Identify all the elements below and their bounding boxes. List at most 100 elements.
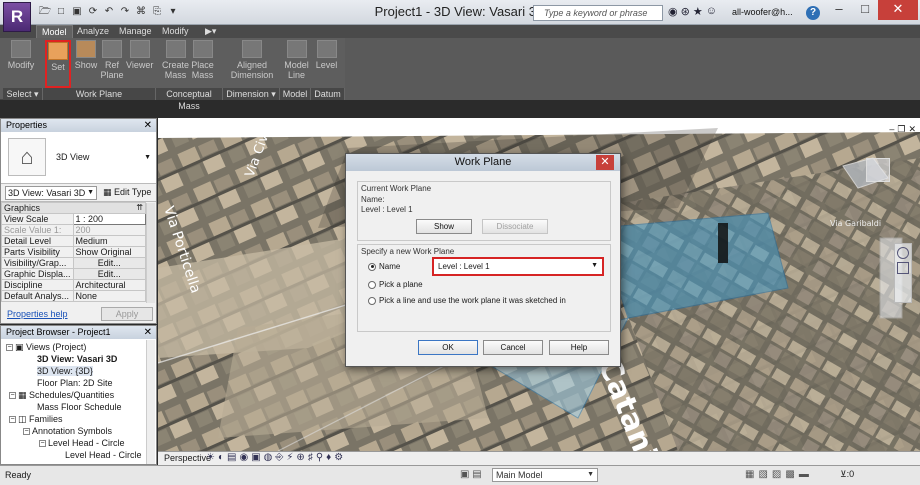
- close-window-button[interactable]: ✕: [878, 0, 918, 20]
- settings-icon[interactable]: ⚙: [334, 452, 346, 463]
- lock-icon[interactable]: ♯: [308, 452, 316, 463]
- set-workplane-button[interactable]: Set: [45, 40, 71, 88]
- select-links-icon[interactable]: ▦: [745, 469, 758, 480]
- viewer-button[interactable]: Viewer: [126, 40, 153, 88]
- search-input[interactable]: [533, 5, 663, 21]
- select-underlay-icon[interactable]: ▧: [758, 469, 771, 480]
- minimize-view-icon[interactable]: –: [889, 124, 894, 135]
- reveal-icon[interactable]: ⚡: [286, 452, 296, 463]
- properties-help-link[interactable]: Properties help: [7, 309, 68, 319]
- radio-pick-plane[interactable]: Pick a plane: [368, 280, 423, 289]
- redo-icon[interactable]: ↷: [118, 4, 132, 19]
- view-scale-field[interactable]: 1 : 200: [72, 213, 147, 225]
- hide-icon[interactable]: ◍: [264, 452, 276, 463]
- discipline-value[interactable]: Architectural: [72, 279, 147, 291]
- binoculars-icon[interactable]: ◉: [668, 5, 678, 18]
- radio-pick-line[interactable]: Pick a line and use the work plane it wa…: [368, 296, 566, 305]
- level-button[interactable]: Level: [313, 40, 340, 88]
- steering-wheel-icon[interactable]: [897, 247, 909, 259]
- radio-name-dot[interactable]: [368, 262, 376, 271]
- visibility-edit-button[interactable]: Edit...: [72, 257, 147, 269]
- tree-level-head-type[interactable]: Level Head - Circle: [65, 450, 142, 460]
- edit-type-button[interactable]: ▦ Edit Type: [103, 187, 151, 198]
- save-icon[interactable]: ▣: [70, 4, 84, 19]
- signed-in-user[interactable]: all-woofer@h...: [732, 7, 793, 17]
- zoom-icon[interactable]: [897, 262, 909, 274]
- drag-elements-icon[interactable]: ▬: [799, 469, 813, 480]
- detail-level-value[interactable]: Medium: [72, 235, 147, 247]
- sync-icon[interactable]: ⟳: [86, 4, 100, 19]
- restore-view-icon[interactable]: ❐: [897, 124, 905, 135]
- close-properties-button[interactable]: ✕: [144, 119, 152, 132]
- isolate-icon[interactable]: ⎆: [275, 452, 286, 463]
- worksets-icon[interactable]: ▣ ▤: [460, 469, 482, 480]
- tree-level-head-family[interactable]: − Level Head - Circle: [39, 438, 125, 448]
- render-icon[interactable]: ◉: [239, 452, 251, 463]
- graphic-display-edit-button[interactable]: Edit...: [72, 268, 147, 280]
- browser-scrollbar[interactable]: [146, 340, 155, 464]
- temp-view-icon[interactable]: ⊕: [296, 452, 307, 463]
- undo-icon[interactable]: ↶: [102, 4, 116, 19]
- close-view-icon[interactable]: ✕: [908, 124, 916, 135]
- modify-button[interactable]: Modify: [6, 40, 36, 88]
- measure-icon[interactable]: ⌘: [134, 4, 148, 19]
- radio-name[interactable]: Name: [368, 262, 400, 271]
- tree-schedules[interactable]: − ▦ Schedules/Quantities: [9, 390, 114, 401]
- active-model-select[interactable]: Main Model ▼: [492, 468, 598, 482]
- instance-selector[interactable]: 3D View: Vasari 3D ▼: [5, 186, 97, 200]
- model-line-button[interactable]: Model Line: [283, 40, 310, 88]
- aligned-dimension-button[interactable]: Aligned Dimension: [228, 40, 276, 88]
- tree-annotation-symbols[interactable]: − Annotation Symbols: [23, 426, 112, 436]
- panel-select[interactable]: Select ▾: [3, 88, 43, 100]
- close-browser-button[interactable]: ✕: [144, 326, 152, 339]
- create-mass-button[interactable]: Create Mass: [162, 40, 189, 88]
- tab-model[interactable]: Model: [36, 25, 73, 38]
- user-icon[interactable]: ☺: [706, 5, 717, 18]
- tree-3d-default[interactable]: 3D View: {3D}: [37, 366, 93, 376]
- group-graphics[interactable]: Graphics ⇈: [1, 202, 146, 214]
- crop-icon[interactable]: ▣: [251, 452, 263, 463]
- place-mass-button[interactable]: Place Mass: [189, 40, 216, 88]
- navigation-bar[interactable]: [894, 243, 912, 303]
- pin-icon[interactable]: ⚲: [316, 452, 326, 463]
- ribbon-options-icon[interactable]: ▶▾: [200, 25, 221, 38]
- star-icon[interactable]: ★: [693, 5, 703, 18]
- tab-analyze[interactable]: Analyze: [72, 25, 114, 38]
- analysis-value[interactable]: None: [72, 290, 147, 302]
- qat-dropdown-icon[interactable]: ▾: [166, 4, 180, 19]
- tree-families[interactable]: − ◫ Families: [9, 414, 63, 425]
- help-button[interactable]: ?: [806, 6, 820, 20]
- ok-button[interactable]: OK: [418, 340, 478, 355]
- properties-scrollbar[interactable]: [146, 203, 155, 303]
- shadows-icon[interactable]: ◐: [218, 452, 227, 463]
- apply-button[interactable]: Apply: [101, 307, 153, 321]
- tab-manage[interactable]: Manage: [114, 25, 157, 38]
- select-by-face-icon[interactable]: ▩: [785, 469, 798, 480]
- minimize-button[interactable]: –: [826, 0, 852, 20]
- chevron-down-icon[interactable]: ▼: [144, 154, 151, 161]
- panel-dimension[interactable]: Dimension ▾: [223, 88, 280, 100]
- radio-pick-plane-dot[interactable]: [368, 280, 376, 289]
- radio-pick-line-dot[interactable]: [368, 296, 376, 305]
- tab-modify[interactable]: Modify: [157, 25, 194, 38]
- open-icon[interactable]: 🗁: [38, 4, 52, 19]
- filter-count[interactable]: ⊻:0: [840, 469, 854, 480]
- visual-style-icon[interactable]: ▤: [227, 452, 239, 463]
- dialog-close-button[interactable]: ✕: [596, 155, 614, 170]
- select-pinned-icon[interactable]: ▨: [772, 469, 785, 480]
- sun-path-icon[interactable]: ☀: [206, 452, 218, 463]
- type-selector[interactable]: ⌂ 3D View ▼: [1, 132, 156, 184]
- ref-plane-button[interactable]: Ref Plane: [100, 40, 124, 88]
- subscription-icon[interactable]: ⊛: [681, 5, 690, 18]
- tree-floor-plan[interactable]: Floor Plan: 2D Site: [37, 378, 113, 388]
- application-menu-button[interactable]: R: [3, 2, 31, 32]
- cancel-button[interactable]: Cancel: [483, 340, 543, 355]
- tree-views[interactable]: − ▣ Views (Project): [6, 342, 86, 353]
- parts-visibility-value[interactable]: Show Original: [72, 246, 147, 258]
- viewcube-icon[interactable]: [866, 158, 890, 182]
- show-button[interactable]: Show: [416, 219, 472, 234]
- show-workplane-button[interactable]: Show: [73, 40, 99, 88]
- help-button[interactable]: Help: [549, 340, 609, 355]
- maximize-button[interactable]: □: [852, 0, 878, 20]
- print-icon[interactable]: ⎘: [150, 4, 164, 19]
